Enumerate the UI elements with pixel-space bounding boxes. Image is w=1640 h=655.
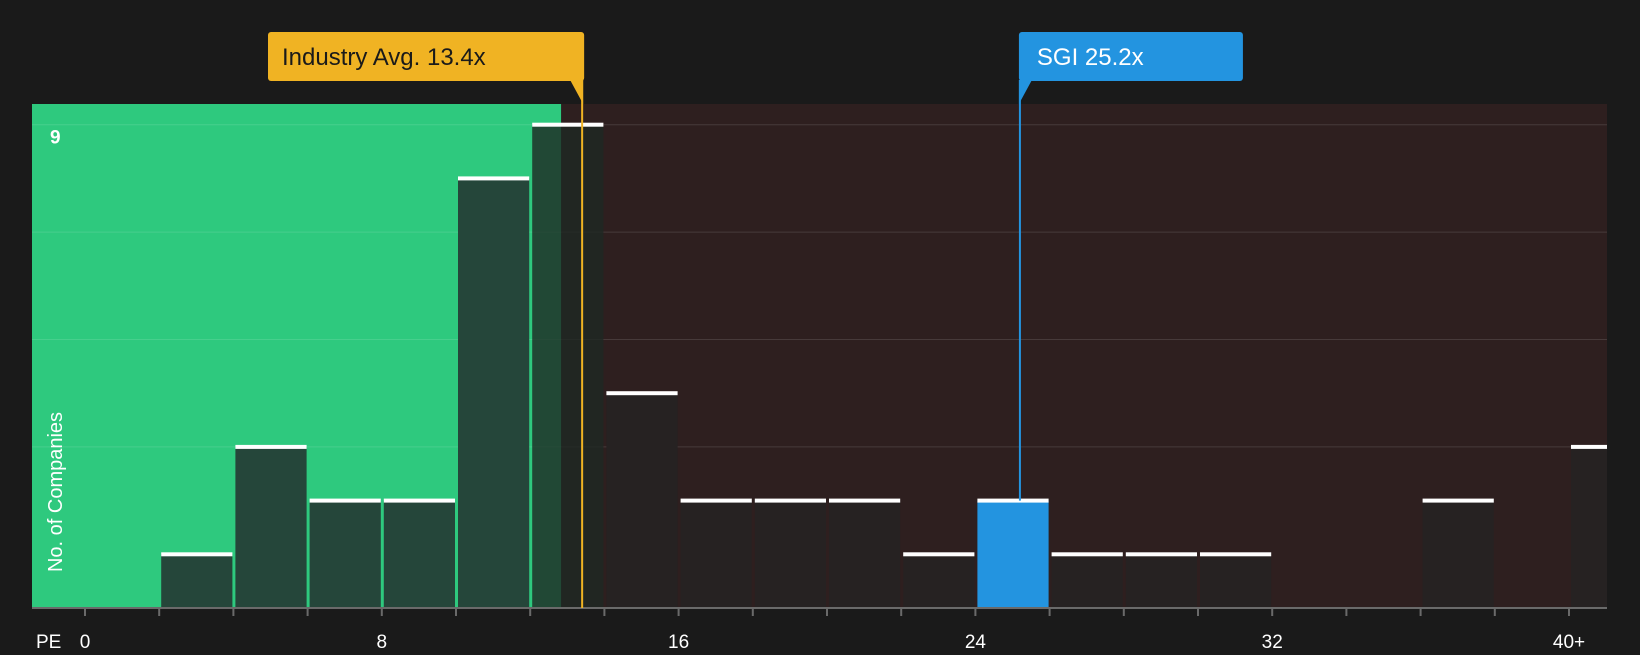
- bar-cap: [161, 552, 233, 557]
- bar: [309, 500, 381, 608]
- bar-cap: [1125, 552, 1197, 557]
- bar-cap: [1051, 552, 1123, 557]
- bar-cap: [235, 444, 307, 449]
- bar-cap: [1422, 498, 1494, 503]
- bar: [532, 124, 604, 608]
- bar-cap: [532, 122, 604, 127]
- bar: [1200, 554, 1272, 608]
- x-tick-label: 0: [80, 632, 91, 650]
- x-tick-label: 32: [1262, 632, 1283, 650]
- bar: [235, 446, 307, 608]
- industry-avg-label: Industry Avg. 13.4x: [282, 44, 486, 71]
- bar-cap: [903, 552, 975, 557]
- bar: [977, 500, 1049, 608]
- bar-cap: [606, 391, 678, 396]
- bar: [1571, 446, 1607, 608]
- bar: [754, 500, 826, 608]
- x-tick-label: 24: [965, 632, 987, 650]
- bar-cap: [754, 498, 826, 503]
- bar: [606, 393, 678, 608]
- bar: [1125, 554, 1197, 608]
- bar: [903, 554, 975, 608]
- chart-svg: Industry Avg. 13.4x SGI 25.2x No. of Comp…: [32, 32, 1608, 653]
- bar-cap: [680, 498, 752, 503]
- x-tick-label: 16: [668, 632, 689, 650]
- bar: [1051, 554, 1123, 608]
- y-axis-title: No. of Companies: [45, 412, 67, 572]
- bar-cap: [383, 498, 455, 503]
- bar: [1422, 500, 1494, 608]
- bar-cap: [829, 498, 901, 503]
- bar: [829, 500, 901, 608]
- y-tick-label: 9: [50, 128, 61, 149]
- bar-cap: [1571, 444, 1607, 449]
- bar-cap: [1200, 552, 1272, 557]
- bar-cap: [977, 498, 1049, 503]
- x-axis-title: PE: [36, 632, 61, 650]
- bar-cap: [458, 176, 530, 181]
- bar: [458, 178, 530, 608]
- pe-distribution-chart: Industry Avg. 13.4x SGI 25.2x No. of Comp…: [0, 0, 1640, 653]
- bar: [161, 554, 233, 608]
- bar-cap: [309, 498, 381, 503]
- bar: [680, 500, 752, 608]
- x-axis: [32, 607, 1607, 616]
- bar: [383, 500, 455, 608]
- x-tick-label: 8: [377, 632, 388, 650]
- company-label: SGI 25.2x: [1037, 44, 1144, 71]
- x-tick-label: 40+: [1553, 632, 1585, 650]
